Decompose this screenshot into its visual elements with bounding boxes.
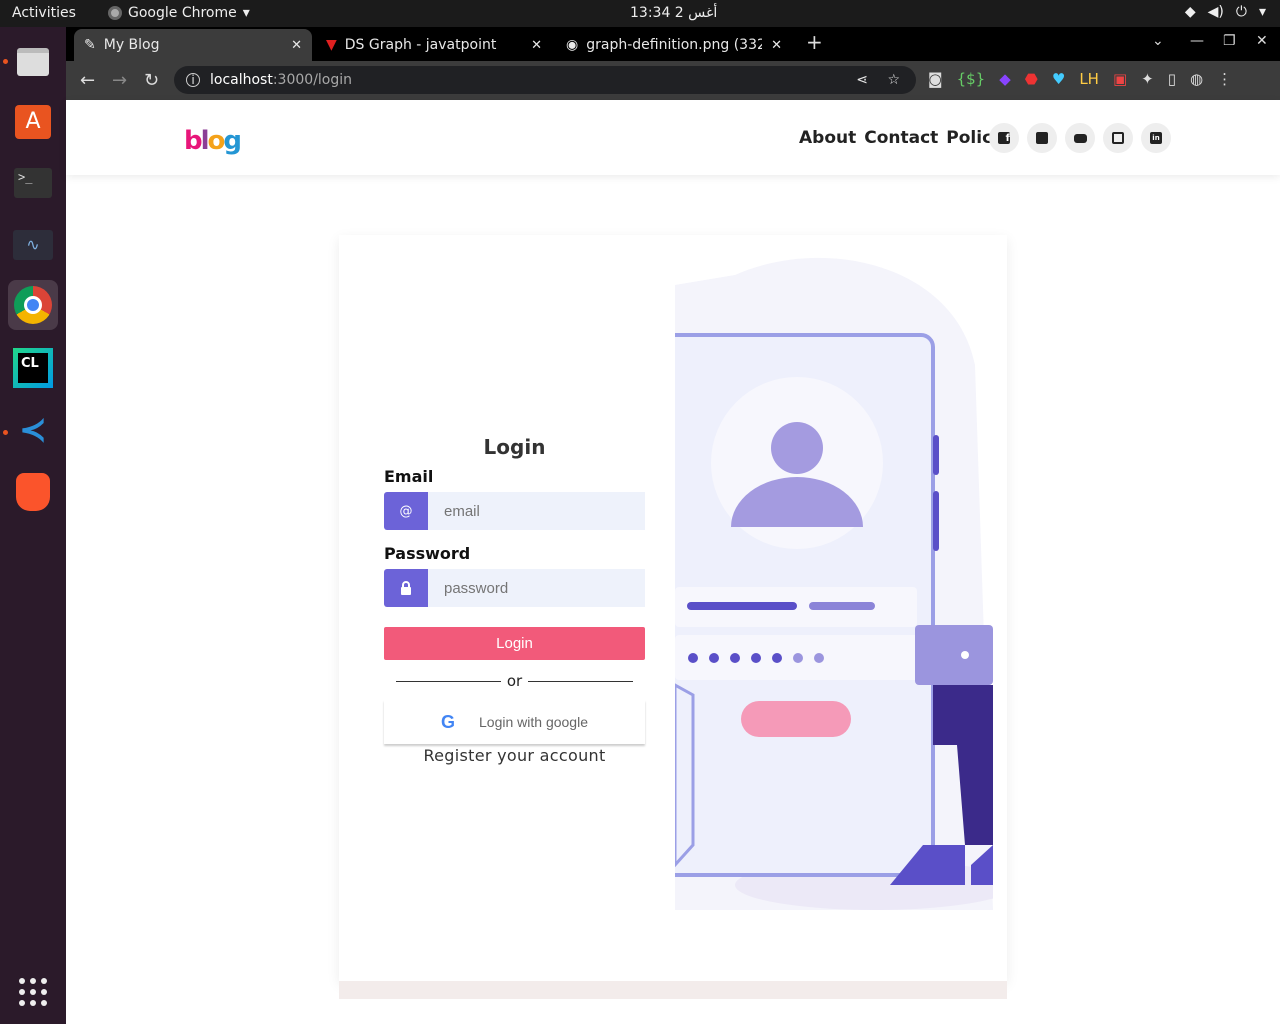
page-icon: ✎ xyxy=(84,37,96,53)
brave-app-icon[interactable] xyxy=(8,467,58,517)
login-illustration xyxy=(675,257,993,910)
dock: A >_ ∿ CL ≺ xyxy=(0,27,66,1024)
linkedin-icon[interactable]: in xyxy=(1141,123,1171,153)
extension-badge-icon[interactable]: ◆ xyxy=(999,70,1011,88)
password-group xyxy=(384,569,645,607)
bookmark-star-icon[interactable]: ☆ xyxy=(887,72,900,88)
camera-icon[interactable]: ◙ xyxy=(928,70,943,88)
youtube-icon[interactable] xyxy=(1065,123,1095,153)
or-divider: or xyxy=(396,672,634,690)
tab-strip: ✎ My Blog ✕ ▼ DS Graph - javatpoint ✕ ◉ … xyxy=(66,27,1280,61)
extensions-bar: ◙ {$} ◆ ⬣ ♥ LH ▣ ✦ ▯ ◍ ⋮ xyxy=(928,70,1232,88)
tab-graph-definition[interactable]: ◉ graph-definition.png (332 ✕ xyxy=(556,29,792,61)
back-icon[interactable]: ← xyxy=(80,70,95,91)
site-nav: About Contact Policy xyxy=(799,128,1003,148)
login-card: Login Email @ Password Login or G Lo xyxy=(339,235,1007,981)
toolbar: ← → ↻ i localhost:3000/login ⋖ ☆ ◙ {$} ◆… xyxy=(66,61,1280,100)
extension-icon[interactable]: ▣ xyxy=(1113,70,1127,88)
register-link[interactable]: Register your account xyxy=(384,746,645,765)
puzzle-icon[interactable]: ✦ xyxy=(1141,70,1154,88)
email-field[interactable] xyxy=(428,492,645,530)
password-field[interactable] xyxy=(428,569,645,607)
caret-down-icon: ▾ xyxy=(1258,4,1266,20)
caret-down-icon: ▾ xyxy=(242,5,250,21)
lock-icon xyxy=(384,569,428,607)
nav-contact[interactable]: Contact xyxy=(864,128,938,148)
show-apps-icon[interactable] xyxy=(8,967,58,1017)
close-window-icon[interactable]: ✕ xyxy=(1256,33,1268,49)
password-label: Password xyxy=(384,544,471,563)
facebook-icon[interactable]: f xyxy=(989,123,1019,153)
tab-ds-graph[interactable]: ▼ DS Graph - javatpoint ✕ xyxy=(316,29,552,61)
close-tab-icon[interactable]: ✕ xyxy=(771,38,782,53)
side-panel-icon[interactable]: ▯ xyxy=(1168,70,1176,88)
globe-icon: ◉ xyxy=(566,37,579,53)
login-button[interactable]: Login xyxy=(384,627,645,660)
app-menu[interactable]: Google Chrome ▾ xyxy=(108,5,250,21)
tab-title: DS Graph - javatpoint xyxy=(344,37,497,53)
minimize-icon[interactable]: — xyxy=(1190,33,1204,49)
os-top-bar: Activities Google Chrome ▾ 13:34 أغس 2 ◆… xyxy=(0,0,1280,27)
more-menu-icon[interactable]: ⋮ xyxy=(1217,70,1232,88)
tab-title: graph-definition.png (332 xyxy=(586,37,763,53)
javatpoint-icon: ▼ xyxy=(326,37,337,53)
reload-icon[interactable]: ↻ xyxy=(144,70,159,91)
chrome-app-icon xyxy=(108,6,122,20)
files-app-icon[interactable] xyxy=(8,37,58,87)
web-page: blog About Contact Policy f in Login Ema… xyxy=(66,100,1280,1024)
clion-app-icon[interactable]: CL xyxy=(8,343,58,393)
share-icon[interactable]: ⋖ xyxy=(856,72,868,88)
power-icon: ⏻ xyxy=(1235,4,1247,20)
url-path: :3000/login xyxy=(272,72,353,88)
info-icon[interactable]: i xyxy=(186,73,200,87)
forward-icon[interactable]: → xyxy=(112,70,127,91)
site-header: blog About Contact Policy f in xyxy=(66,100,1280,175)
email-label: Email xyxy=(384,467,434,486)
activities-button[interactable]: Activities xyxy=(12,5,76,21)
card-footer-strip xyxy=(339,981,1007,999)
site-logo[interactable]: blog xyxy=(184,126,242,156)
login-form: Login Email @ Password Login or G Lo xyxy=(384,435,645,765)
app-menu-label: Google Chrome xyxy=(128,5,237,21)
profile-avatar[interactable]: ◍ xyxy=(1190,70,1203,88)
at-icon: @ xyxy=(384,492,428,530)
wifi-icon: ◆ xyxy=(1184,4,1196,20)
or-text: or xyxy=(506,672,523,690)
social-links: f in xyxy=(989,123,1171,153)
login-title: Login xyxy=(483,435,546,459)
volume-icon: ◀) xyxy=(1207,4,1224,20)
divider-line xyxy=(528,680,634,682)
restore-icon[interactable]: ❐ xyxy=(1223,33,1236,49)
json-extension-icon[interactable]: {$} xyxy=(957,70,986,88)
tab-search-icon[interactable]: ⌄ xyxy=(1152,33,1164,49)
lighthouse-icon[interactable]: LH xyxy=(1079,70,1099,88)
clock[interactable]: 13:34 أغس 2 xyxy=(630,5,717,21)
address-bar[interactable]: i localhost:3000/login ⋖ ☆ xyxy=(174,66,916,94)
nav-about[interactable]: About xyxy=(799,128,856,148)
system-monitor-app-icon[interactable]: ∿ xyxy=(8,220,58,270)
google-login-button[interactable]: G Login with google xyxy=(384,700,645,744)
divider-line xyxy=(396,680,501,682)
new-tab-icon[interactable]: + xyxy=(806,30,823,54)
github-icon[interactable] xyxy=(1103,123,1133,153)
google-login-label: Login with google xyxy=(479,714,588,730)
url-host: localhost xyxy=(210,72,273,88)
terminal-app-icon[interactable]: >_ xyxy=(8,158,58,208)
google-icon: G xyxy=(441,711,456,732)
vscode-app-icon[interactable]: ≺ xyxy=(8,405,58,455)
heart-extension-icon[interactable]: ♥ xyxy=(1052,70,1065,88)
software-app-icon[interactable]: A xyxy=(8,97,58,147)
tab-my-blog[interactable]: ✎ My Blog ✕ xyxy=(74,29,312,61)
close-tab-icon[interactable]: ✕ xyxy=(531,38,542,53)
close-tab-icon[interactable]: ✕ xyxy=(291,38,302,53)
tab-title: My Blog xyxy=(103,37,160,53)
twitter-icon[interactable] xyxy=(1027,123,1057,153)
chrome-app-icon[interactable] xyxy=(8,280,58,330)
email-group: @ xyxy=(384,492,645,530)
adblock-icon[interactable]: ⬣ xyxy=(1025,70,1038,88)
system-tray[interactable]: ◆ ◀) ⏻ ▾ xyxy=(1185,4,1266,20)
